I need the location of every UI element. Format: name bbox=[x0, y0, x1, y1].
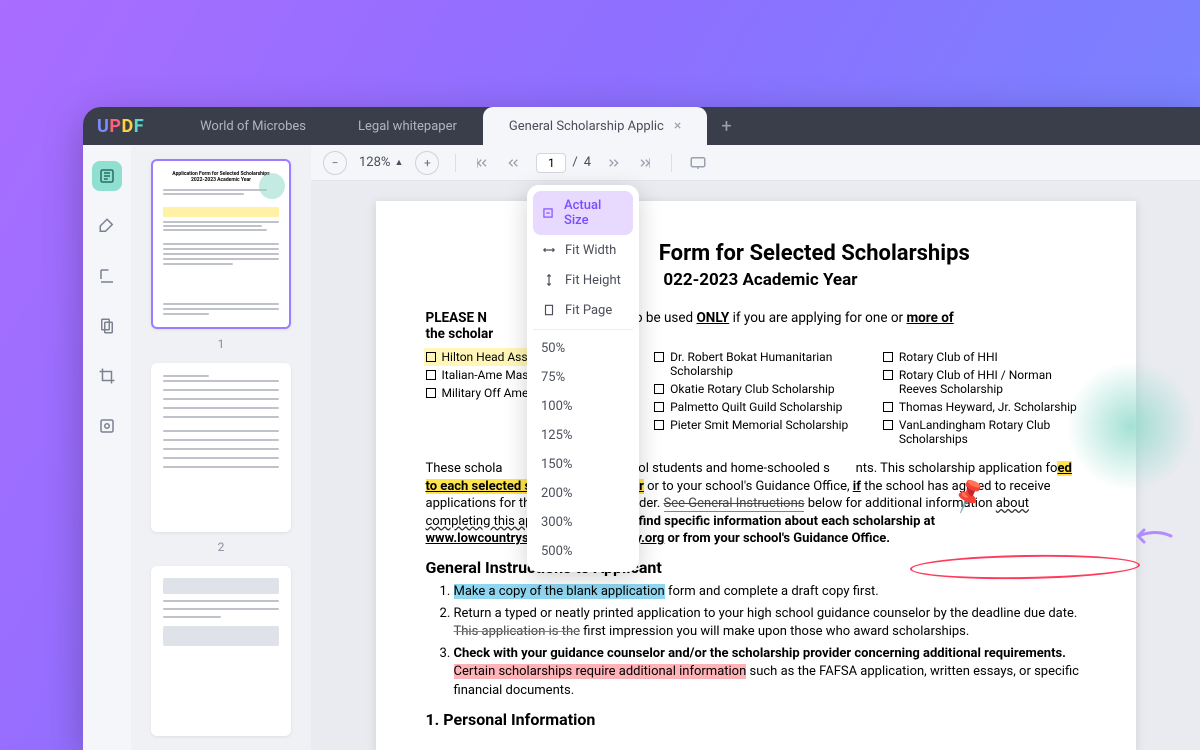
doc-year: 2022-2023 Academic Year bbox=[426, 270, 1086, 290]
reader-mode-icon[interactable] bbox=[92, 161, 122, 191]
zoom-dropdown-menu: Actual Size Fit Width Fit Height Fit Pag… bbox=[527, 185, 639, 572]
thumbnail-page-2[interactable] bbox=[151, 363, 291, 533]
first-page-icon[interactable] bbox=[472, 153, 492, 173]
scholarship-item: Rotary Club of HHI bbox=[883, 350, 1086, 364]
zoom-fit-width[interactable]: Fit Width bbox=[533, 235, 633, 265]
document-viewport[interactable]: Application Form for Selected Scholarshi… bbox=[311, 181, 1200, 750]
scholarship-item: Thomas Heyward, Jr. Scholarship bbox=[883, 400, 1086, 414]
zoom-300[interactable]: 300% bbox=[533, 508, 633, 537]
page-current-field[interactable] bbox=[536, 153, 566, 173]
thumbnail-number-1: 1 bbox=[218, 337, 225, 351]
thumbnail-panel: Application Form for Selected Scholarshi… bbox=[131, 145, 311, 750]
zoom-level-dropdown[interactable]: 128% ▲ bbox=[359, 155, 403, 170]
scholarship-item: Pieter Smit Memorial Scholarship bbox=[654, 418, 857, 432]
thumbnail-page-1[interactable]: Application Form for Selected Scholarshi… bbox=[151, 159, 291, 329]
tool-rail bbox=[83, 145, 131, 750]
personal-info-heading: 1. Personal Information bbox=[426, 710, 1086, 729]
zoom-150[interactable]: 150% bbox=[533, 450, 633, 479]
fit-page-icon bbox=[541, 302, 557, 318]
add-tab-button[interactable]: + bbox=[707, 107, 745, 145]
chevron-up-icon: ▲ bbox=[394, 157, 403, 168]
tab-general-scholarship[interactable]: General Scholarship Applic × bbox=[483, 107, 707, 145]
scholarship-item: Dr. Robert Bokat Humanitarian Scholarshi… bbox=[654, 350, 857, 378]
page-number-input[interactable]: / 4 bbox=[536, 153, 591, 173]
annotation-circle-teal bbox=[1066, 361, 1196, 491]
instructions-list: Make a copy of the blank application for… bbox=[426, 583, 1086, 700]
zoom-75[interactable]: 75% bbox=[533, 363, 633, 392]
zoom-in-button[interactable]: + bbox=[415, 151, 439, 175]
tab-world-of-microbes[interactable]: World of Microbes bbox=[174, 107, 332, 145]
zoom-fit-height[interactable]: Fit Height bbox=[533, 265, 633, 295]
scholarship-item: Palmetto Quilt Guild Scholarship bbox=[654, 400, 857, 414]
scholarship-item: Rotary Club of HHI / Norman Reeves Schol… bbox=[883, 368, 1086, 396]
app-window: UPDF World of Microbes Legal whitepaper … bbox=[83, 107, 1200, 750]
crop-icon[interactable] bbox=[92, 361, 122, 391]
app-logo: UPDF bbox=[97, 107, 144, 145]
scholarship-item: Okatie Rotary Club Scholarship bbox=[654, 382, 857, 396]
edit-text-icon[interactable] bbox=[92, 261, 122, 291]
scholarship-list: Hilton Head Association Italian-Ame Mast… bbox=[426, 350, 1086, 446]
zoom-200[interactable]: 200% bbox=[533, 479, 633, 508]
page-total: 4 bbox=[584, 155, 591, 170]
fit-width-icon bbox=[541, 242, 557, 258]
pages-icon[interactable] bbox=[92, 311, 122, 341]
zoom-100[interactable]: 100% bbox=[533, 392, 633, 421]
main-area: − 128% ▲ + / 4 bbox=[311, 145, 1200, 750]
zoom-actual-size[interactable]: Actual Size bbox=[533, 191, 633, 235]
doc-note: PLEASE NOTE: This application is to be u… bbox=[426, 310, 1086, 342]
tab-legal-whitepaper[interactable]: Legal whitepaper bbox=[332, 107, 483, 145]
zoom-50[interactable]: 50% bbox=[533, 334, 633, 363]
tab-bar: UPDF World of Microbes Legal whitepaper … bbox=[83, 107, 1200, 145]
actual-size-icon bbox=[541, 205, 556, 221]
close-tab-icon[interactable]: × bbox=[674, 118, 681, 134]
thumbnail-number-2: 2 bbox=[218, 540, 225, 554]
thumbnail-page-3[interactable] bbox=[151, 566, 291, 736]
view-toolbar: − 128% ▲ + / 4 bbox=[311, 145, 1200, 181]
zoom-500[interactable]: 500% bbox=[533, 537, 633, 566]
scholarship-item: VanLandingham Rotary Club Scholarships bbox=[883, 418, 1086, 446]
annotation-arrow-purple bbox=[1126, 521, 1176, 551]
pdf-page: Application Form for Selected Scholarshi… bbox=[376, 201, 1136, 750]
zoom-out-button[interactable]: − bbox=[323, 151, 347, 175]
zoom-125[interactable]: 125% bbox=[533, 421, 633, 450]
doc-title: Application Form for Selected Scholarshi… bbox=[426, 241, 1086, 266]
zoom-fit-page[interactable]: Fit Page bbox=[533, 295, 633, 325]
next-page-icon[interactable] bbox=[603, 153, 623, 173]
form-icon[interactable] bbox=[92, 411, 122, 441]
workspace: Application Form for Selected Scholarshi… bbox=[83, 145, 1200, 750]
presentation-icon[interactable] bbox=[688, 153, 708, 173]
fit-height-icon bbox=[541, 272, 557, 288]
prev-page-icon[interactable] bbox=[504, 153, 524, 173]
highlighter-icon[interactable] bbox=[92, 211, 122, 241]
last-page-icon[interactable] bbox=[635, 153, 655, 173]
